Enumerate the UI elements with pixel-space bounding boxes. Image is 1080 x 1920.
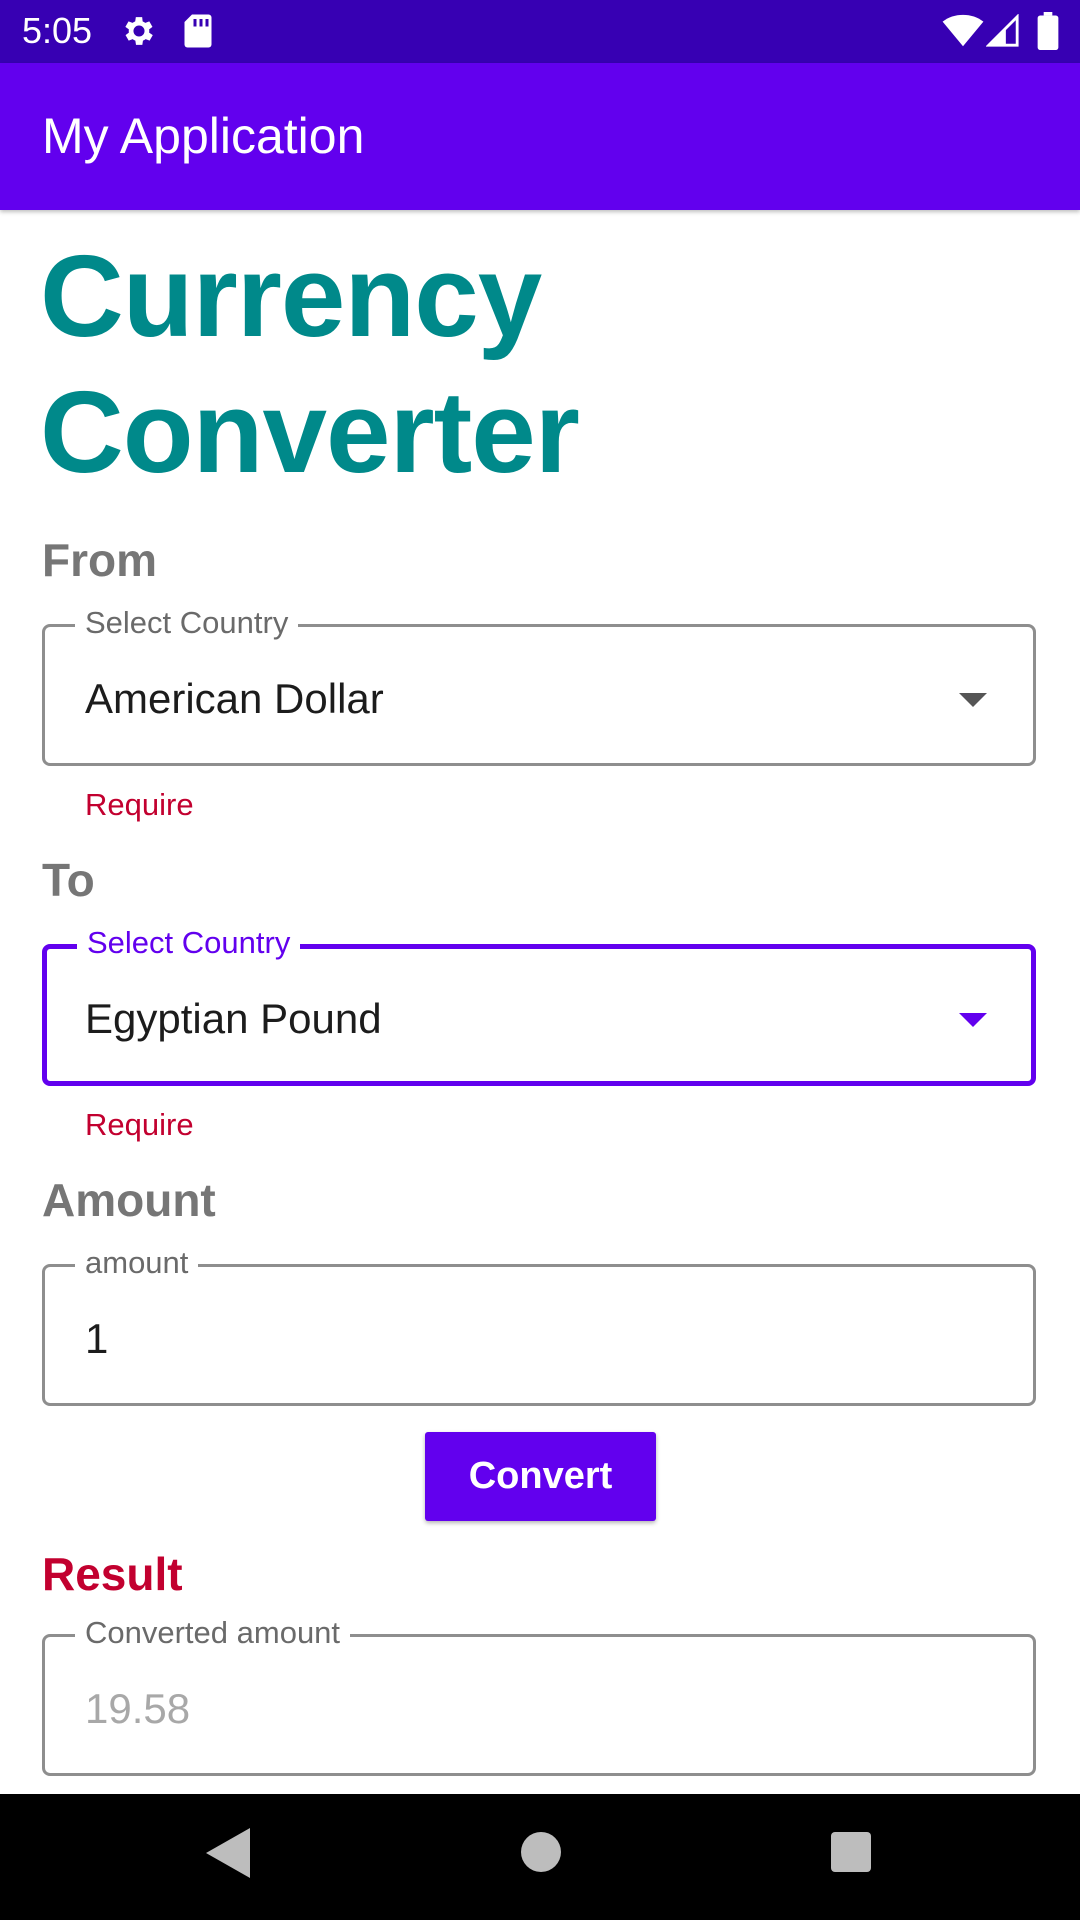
page-title-line1: Currency: [40, 231, 542, 361]
app-title: My Application: [42, 108, 365, 164]
to-country-dropdown[interactable]: Select Country Egyptian Pound: [42, 925, 1036, 1086]
to-selected-value: Egyptian Pound: [85, 995, 382, 1042]
page-title: Currency Converter: [40, 228, 940, 500]
amount-value[interactable]: 1: [85, 1315, 108, 1363]
from-field-label: Select Country: [75, 605, 299, 641]
to-field-label: Select Country: [77, 925, 301, 961]
navigation-bar: [0, 1794, 1080, 1920]
amount-input[interactable]: amount 1: [42, 1245, 1036, 1406]
to-helper-text: Require: [85, 1107, 194, 1142]
result-label: Result: [42, 1548, 183, 1600]
converted-amount-label: Converted amount: [75, 1615, 351, 1651]
app-bar: My Application: [0, 63, 1080, 210]
to-label: To: [42, 854, 95, 906]
home-icon[interactable]: [521, 1832, 561, 1872]
signal-icon: [986, 14, 1019, 47]
amount-field-label: amount: [75, 1245, 199, 1281]
back-icon[interactable]: [206, 1828, 250, 1878]
chevron-down-icon[interactable]: [959, 1013, 987, 1027]
chevron-down-icon[interactable]: [959, 693, 987, 707]
converted-amount-field: Converted amount 19.58: [42, 1615, 1036, 1776]
converted-amount-value: 19.58: [85, 1685, 191, 1732]
sd-card-icon: [184, 14, 212, 48]
page-title-line2: Converter: [40, 367, 580, 497]
from-selected-value: American Dollar: [85, 675, 384, 722]
status-time: 5:05: [22, 10, 93, 51]
from-helper-text: Require: [85, 787, 194, 822]
status-bar: 5:05: [0, 0, 1080, 63]
recents-icon[interactable]: [831, 1832, 871, 1872]
wifi-icon: [942, 14, 984, 47]
from-country-dropdown[interactable]: Select Country American Dollar: [42, 605, 1036, 766]
battery-icon: [1037, 12, 1059, 50]
convert-button[interactable]: Convert: [425, 1432, 656, 1521]
from-label: From: [42, 534, 157, 586]
amount-label: Amount: [42, 1174, 216, 1226]
gear-icon: [125, 17, 153, 45]
